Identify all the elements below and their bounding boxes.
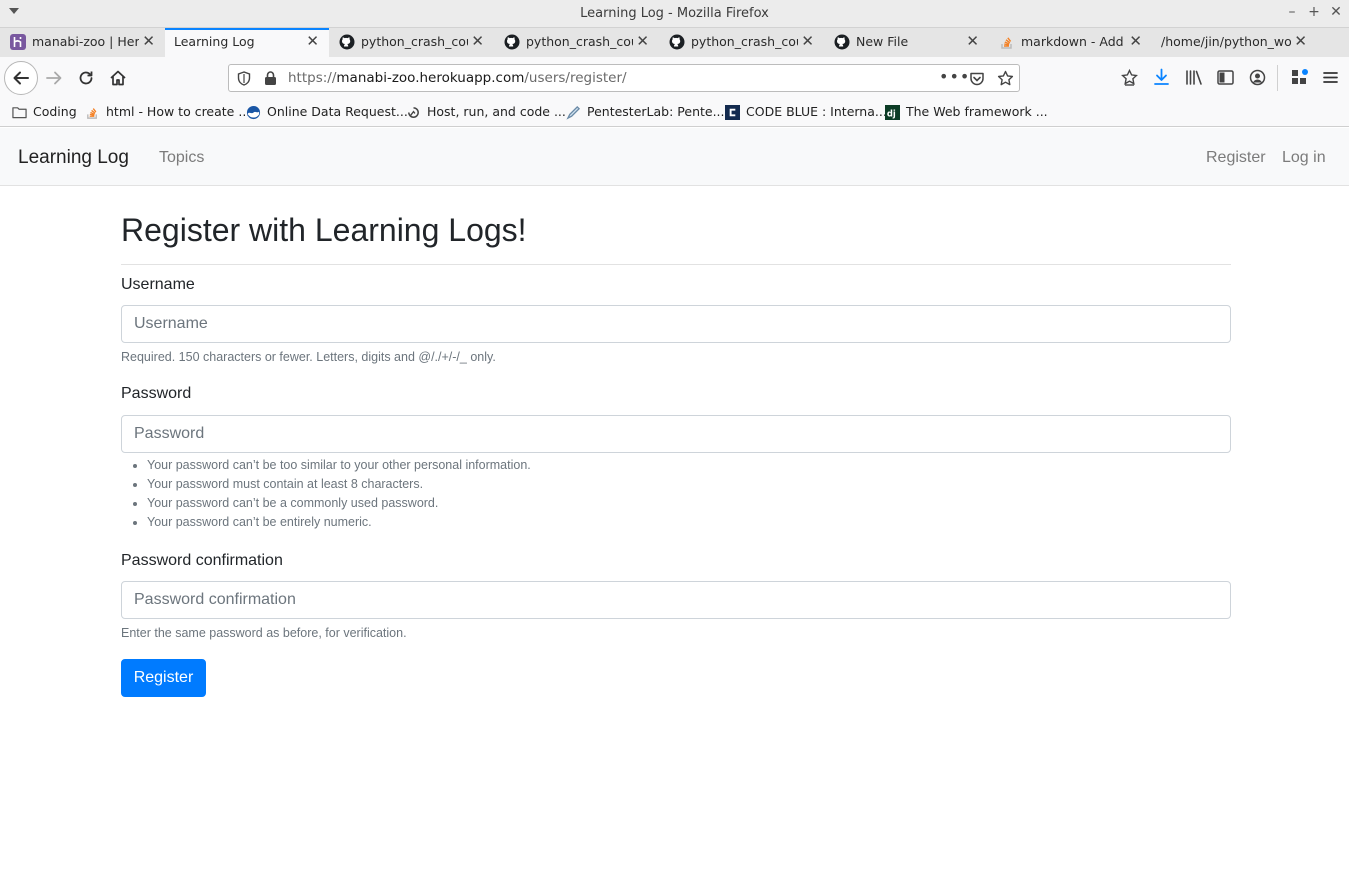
github-icon (504, 34, 520, 50)
tab-label: manabi-zoo | Hero (32, 34, 139, 49)
django-icon: dj (885, 105, 900, 120)
close-tab-icon[interactable]: ✕ (1294, 32, 1307, 50)
tab-label: python_crash_cou (526, 34, 633, 49)
sidebar-icon[interactable] (1217, 69, 1234, 86)
window-title: Learning Log - Mozilla Firefox (580, 6, 769, 21)
nav-link-login[interactable]: Log in (1282, 149, 1326, 167)
url-path: /users/register/ (524, 70, 627, 86)
username-label: Username (121, 276, 195, 293)
password-rule: Your password can’t be too similar to yo… (147, 458, 531, 477)
close-tab-icon[interactable]: ✕ (636, 32, 649, 50)
window-titlebar: Learning Log - Mozilla Firefox – + ✕ (0, 0, 1349, 28)
username-help-text: Required. 150 characters or fewer. Lette… (121, 350, 496, 364)
replit-icon (408, 107, 419, 118)
password-input[interactable] (121, 415, 1231, 453)
github-icon (669, 34, 685, 50)
toolbar-separator (1277, 65, 1278, 91)
minimize-icon[interactable]: – (1284, 4, 1300, 20)
github-icon (339, 34, 355, 50)
tab-manabi-zoo[interactable]: manabi-zoo | Hero ✕ (0, 28, 165, 57)
brand-link[interactable]: Learning Log (18, 147, 129, 169)
password-label: Password (121, 385, 192, 402)
home-icon[interactable] (109, 69, 127, 87)
tab-python-crash-course-1[interactable]: python_crash_cou ✕ (329, 28, 494, 57)
url-host: manabi-zoo.herokuapp.com (336, 70, 525, 86)
tab-label: /home/jin/python_wor (1161, 34, 1291, 49)
tab-learning-log[interactable]: Learning Log ✕ (165, 28, 329, 57)
password-rule: Your password can’t be entirely numeric. (147, 515, 531, 534)
bookmark-label: CODE BLUE : Interna... (746, 104, 887, 119)
codeblue-icon (725, 105, 740, 120)
pentesterlab-icon (566, 105, 581, 120)
tab-python-crash-course-2[interactable]: python_crash_cou ✕ (494, 28, 659, 57)
nav-link-register[interactable]: Register (1206, 149, 1266, 167)
url-text[interactable]: https://manabi-zoo.herokuapp.com/users/r… (288, 70, 627, 86)
tracking-shield-icon[interactable] (237, 71, 251, 86)
bookmark-label: Coding (33, 104, 77, 119)
hamburger-menu-icon[interactable] (1322, 69, 1339, 86)
tab-strip: manabi-zoo | Hero ✕ Learning Log ✕ pytho… (0, 28, 1349, 81)
downloads-icon[interactable] (1153, 68, 1170, 86)
close-window-icon[interactable]: ✕ (1328, 4, 1344, 20)
account-icon[interactable] (1249, 69, 1266, 86)
reload-icon[interactable] (77, 69, 95, 87)
tab-python-crash-course-3[interactable]: python_crash_cou ✕ (659, 28, 824, 57)
lock-icon[interactable] (264, 71, 277, 86)
close-tab-icon[interactable]: ✕ (306, 32, 319, 50)
tab-markdown[interactable]: markdown - Add in ✕ (989, 28, 1152, 57)
tab-label: python_crash_cou (361, 34, 468, 49)
page-title: Register with Learning Logs! (121, 212, 527, 248)
tab-local-file[interactable]: /home/jin/python_wor ✕ (1152, 28, 1317, 57)
heroku-icon (10, 34, 26, 50)
stackoverflow-icon (999, 34, 1015, 50)
page-actions-icon[interactable]: ••• (939, 67, 970, 86)
password-rules-list: Your password can’t be too similar to yo… (147, 458, 531, 534)
bookmark-star-icon[interactable] (997, 70, 1014, 87)
close-tab-icon[interactable]: ✕ (142, 32, 155, 50)
maximize-icon[interactable]: + (1306, 4, 1322, 20)
bookmark-label: The Web framework ... (906, 104, 1048, 119)
site-navbar: Learning Log Topics Register Log in (0, 128, 1349, 186)
password-confirmation-input[interactable] (121, 581, 1231, 619)
svg-text:dj: dj (887, 108, 896, 118)
url-scheme: https:// (288, 70, 337, 86)
background-terminal-strip (0, 876, 1349, 882)
tab-new-file[interactable]: New File ✕ (824, 28, 989, 57)
close-tab-icon[interactable]: ✕ (801, 32, 814, 50)
title-divider (121, 264, 1231, 265)
noaa-icon (246, 105, 261, 120)
url-bar[interactable]: https://manabi-zoo.herokuapp.com/users/r… (228, 64, 1020, 92)
bookmarks-toolbar: Coding html - How to create ... Online D… (0, 99, 1349, 127)
forward-icon[interactable] (45, 69, 63, 87)
bookmark-label: PentesterLab: Pente... (587, 104, 725, 119)
back-arrow-icon (13, 71, 29, 85)
folder-icon (12, 107, 27, 119)
close-tab-icon[interactable]: ✕ (966, 32, 979, 50)
extensions-icon[interactable] (1290, 68, 1309, 87)
library-icon[interactable] (1185, 69, 1203, 86)
tab-label: Learning Log (174, 34, 255, 49)
password-rule: Your password must contain at least 8 ch… (147, 477, 531, 496)
bookmarks-menu-icon[interactable] (1121, 69, 1138, 86)
nav-toolbar: https://manabi-zoo.herokuapp.com/users/r… (0, 57, 1349, 99)
back-button[interactable] (4, 61, 38, 95)
bookmark-label: Online Data Request... (267, 104, 408, 119)
close-tab-icon[interactable]: ✕ (471, 32, 484, 50)
close-tab-icon[interactable]: ✕ (1129, 32, 1142, 50)
username-input[interactable] (121, 305, 1231, 343)
github-icon (834, 34, 850, 50)
pocket-icon[interactable] (969, 71, 985, 87)
tab-label: python_crash_cou (691, 34, 798, 49)
tab-label: New File (856, 34, 909, 49)
password-rule: Your password can’t be a commonly used p… (147, 496, 531, 515)
password-confirmation-help-text: Enter the same password as before, for v… (121, 626, 407, 640)
bookmark-label: Host, run, and code ... (427, 104, 566, 119)
bookmark-label: html - How to create ... (106, 104, 251, 119)
nav-link-topics[interactable]: Topics (159, 149, 204, 167)
password-confirmation-label: Password confirmation (121, 552, 283, 569)
register-button[interactable]: Register (121, 659, 206, 697)
stackoverflow-icon (87, 108, 97, 119)
tab-label: markdown - Add in (1021, 34, 1126, 49)
